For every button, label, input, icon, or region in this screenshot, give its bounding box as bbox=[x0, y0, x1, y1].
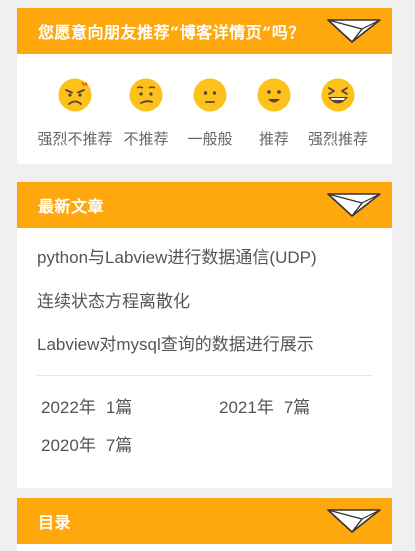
archive-link[interactable]: 2020年 7篇 bbox=[41, 431, 132, 456]
archive-list: 2022年 1篇 2021年 7篇 2020年 7篇 bbox=[17, 376, 392, 476]
articles-header: 最新文章 bbox=[17, 182, 392, 228]
toc-header: 目录 bbox=[17, 498, 392, 544]
archive-link[interactable]: 2021年 7篇 bbox=[219, 393, 310, 418]
smiling-face-icon bbox=[257, 78, 291, 112]
recommend-title: 您愿意向朋友推荐“博客详情页”吗？ bbox=[38, 23, 305, 42]
archive-year: 2020年 bbox=[41, 435, 96, 455]
paper-plane-icon bbox=[327, 193, 381, 217]
paper-plane-icon bbox=[327, 19, 381, 43]
confused-face-icon bbox=[129, 78, 163, 112]
recommend-options: 强烈不推荐 不推荐 一般般 推荐 强烈推荐 bbox=[17, 54, 392, 164]
article-list: python与Labview进行数据通信(UDP) 连续状态方程离散化 Labv… bbox=[17, 228, 392, 367]
archive-count: 1篇 bbox=[105, 397, 133, 417]
archive-year: 2022年 bbox=[41, 397, 96, 417]
grinning-squint-face-icon bbox=[321, 78, 355, 112]
neutral-face-icon bbox=[193, 78, 227, 112]
recommend-card: 您愿意向朋友推荐“博客详情页”吗？ 强烈不推荐 不推荐 一般般 推荐 强烈推荐 bbox=[17, 8, 392, 164]
latest-articles-card: 最新文章 python与Labview进行数据通信(UDP) 连续状态方程离散化… bbox=[17, 182, 392, 488]
article-link[interactable]: 连续状态方程离散化 bbox=[37, 280, 372, 324]
archive-link[interactable]: 2022年 1篇 bbox=[41, 393, 132, 418]
option-label: 强烈推荐 bbox=[307, 131, 368, 148]
paper-plane-icon bbox=[327, 509, 381, 533]
articles-title: 最新文章 bbox=[38, 197, 105, 216]
option-strongly-recommend[interactable]: 强烈推荐 bbox=[293, 78, 383, 149]
archive-year: 2021年 bbox=[219, 397, 274, 417]
archive-count: 7篇 bbox=[105, 435, 133, 455]
recommend-header: 您愿意向朋友推荐“博客详情页”吗？ bbox=[17, 8, 392, 54]
angry-face-icon bbox=[58, 78, 92, 112]
article-link[interactable]: python与Labview进行数据通信(UDP) bbox=[37, 236, 372, 280]
toc-title: 目录 bbox=[38, 513, 72, 532]
article-link[interactable]: Labview对mysql查询的数据进行展示 bbox=[37, 323, 372, 367]
toc-card: 目录 bbox=[17, 498, 392, 551]
archive-count: 7篇 bbox=[283, 397, 311, 417]
